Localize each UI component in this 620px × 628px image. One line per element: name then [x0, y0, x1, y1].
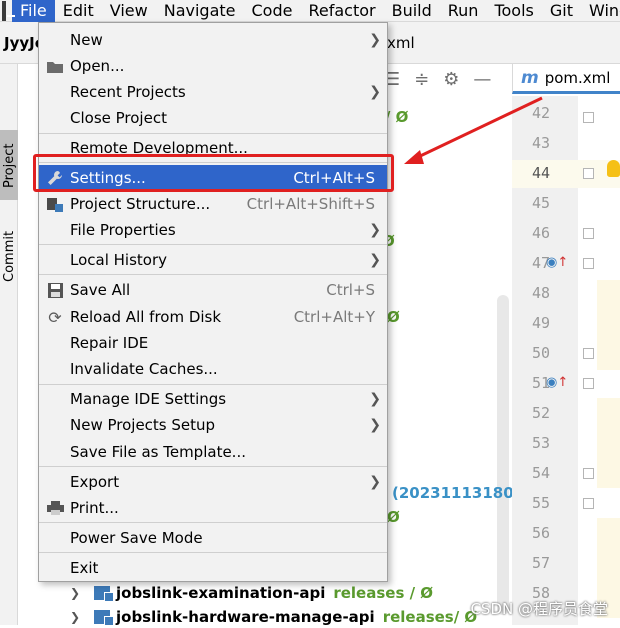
callout-arrow-icon	[404, 96, 543, 164]
watermark: CSDN @程序员食堂	[470, 600, 608, 618]
